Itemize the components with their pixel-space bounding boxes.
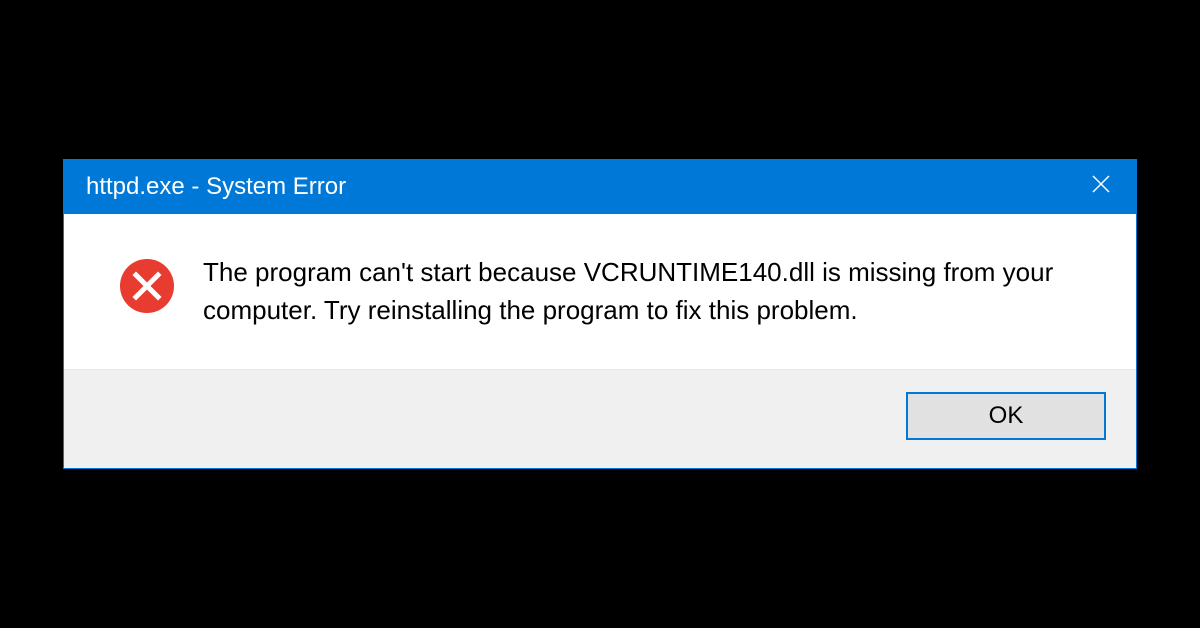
dialog-body: The program can't start because VCRUNTIM…: [64, 214, 1136, 369]
close-button[interactable]: [1066, 160, 1136, 214]
error-message: The program can't start because VCRUNTIM…: [203, 254, 1096, 329]
titlebar: httpd.exe - System Error: [64, 160, 1136, 214]
ok-button[interactable]: OK: [906, 392, 1106, 440]
button-bar: OK: [64, 369, 1136, 468]
system-error-dialog: httpd.exe - System Error The program can…: [63, 159, 1137, 469]
close-icon: [1091, 174, 1111, 199]
error-icon: [119, 258, 175, 314]
dialog-title: httpd.exe - System Error: [86, 173, 346, 201]
